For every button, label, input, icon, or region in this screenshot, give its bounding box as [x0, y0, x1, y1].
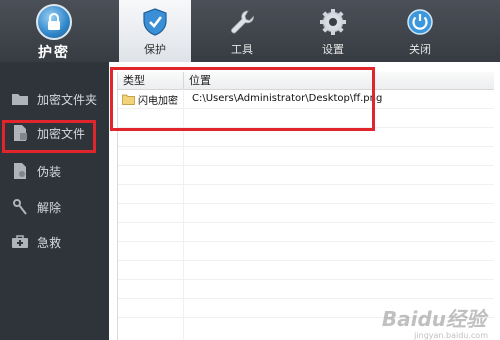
unlock-key-icon	[10, 198, 30, 216]
folder-icon	[10, 90, 30, 108]
table-row	[118, 147, 494, 166]
tab-label: 工具	[231, 43, 253, 56]
tab-settings[interactable]: 设置	[297, 0, 369, 62]
top-toolbar: 护密 保护 工具 设置 关闭	[0, 0, 500, 62]
sidebar-item-disguise[interactable]: 伪装	[0, 156, 109, 186]
watermark: Baidu经验	[381, 307, 486, 331]
tab-close[interactable]: 关闭	[384, 0, 456, 62]
shield-icon	[139, 6, 171, 38]
table-row	[118, 166, 494, 185]
sidebar-item-first-aid[interactable]: 急救	[0, 227, 109, 257]
sidebar-item-label: 加密文件夹	[37, 92, 98, 107]
gear-icon	[317, 6, 349, 38]
lock-shield-icon	[36, 4, 72, 40]
sidebar-item-label: 伪装	[37, 164, 62, 179]
highlight-box-table	[110, 67, 375, 131]
logo-label: 护密	[38, 45, 70, 61]
sidebar: 加密文件夹 加密文件 伪装 解除 急救	[0, 62, 109, 340]
table-row	[118, 185, 494, 204]
table-row	[118, 204, 494, 223]
watermark-url: jingyan.baidu.com	[414, 331, 488, 340]
tab-label: 保护	[144, 43, 166, 56]
sidebar-item-label: 解除	[37, 200, 62, 215]
sidebar-item-encrypt-folder[interactable]: 加密文件夹	[0, 84, 109, 114]
sidebar-item-label: 急救	[37, 235, 62, 250]
disguise-icon	[10, 162, 30, 180]
sidebar-item-remove[interactable]: 解除	[0, 192, 109, 222]
first-aid-icon	[10, 233, 30, 251]
table-row	[118, 223, 494, 242]
highlight-box-sidebar	[2, 120, 96, 153]
table-row	[118, 280, 494, 299]
tab-tools[interactable]: 工具	[206, 0, 278, 62]
tab-label: 关闭	[409, 43, 431, 56]
table-row	[118, 242, 494, 261]
wrench-icon	[226, 6, 258, 38]
tab-label: 设置	[322, 43, 344, 56]
tab-protect[interactable]: 保护	[119, 0, 191, 62]
power-icon	[404, 6, 436, 38]
app-logo: 护密	[0, 0, 108, 62]
table-row	[118, 261, 494, 280]
